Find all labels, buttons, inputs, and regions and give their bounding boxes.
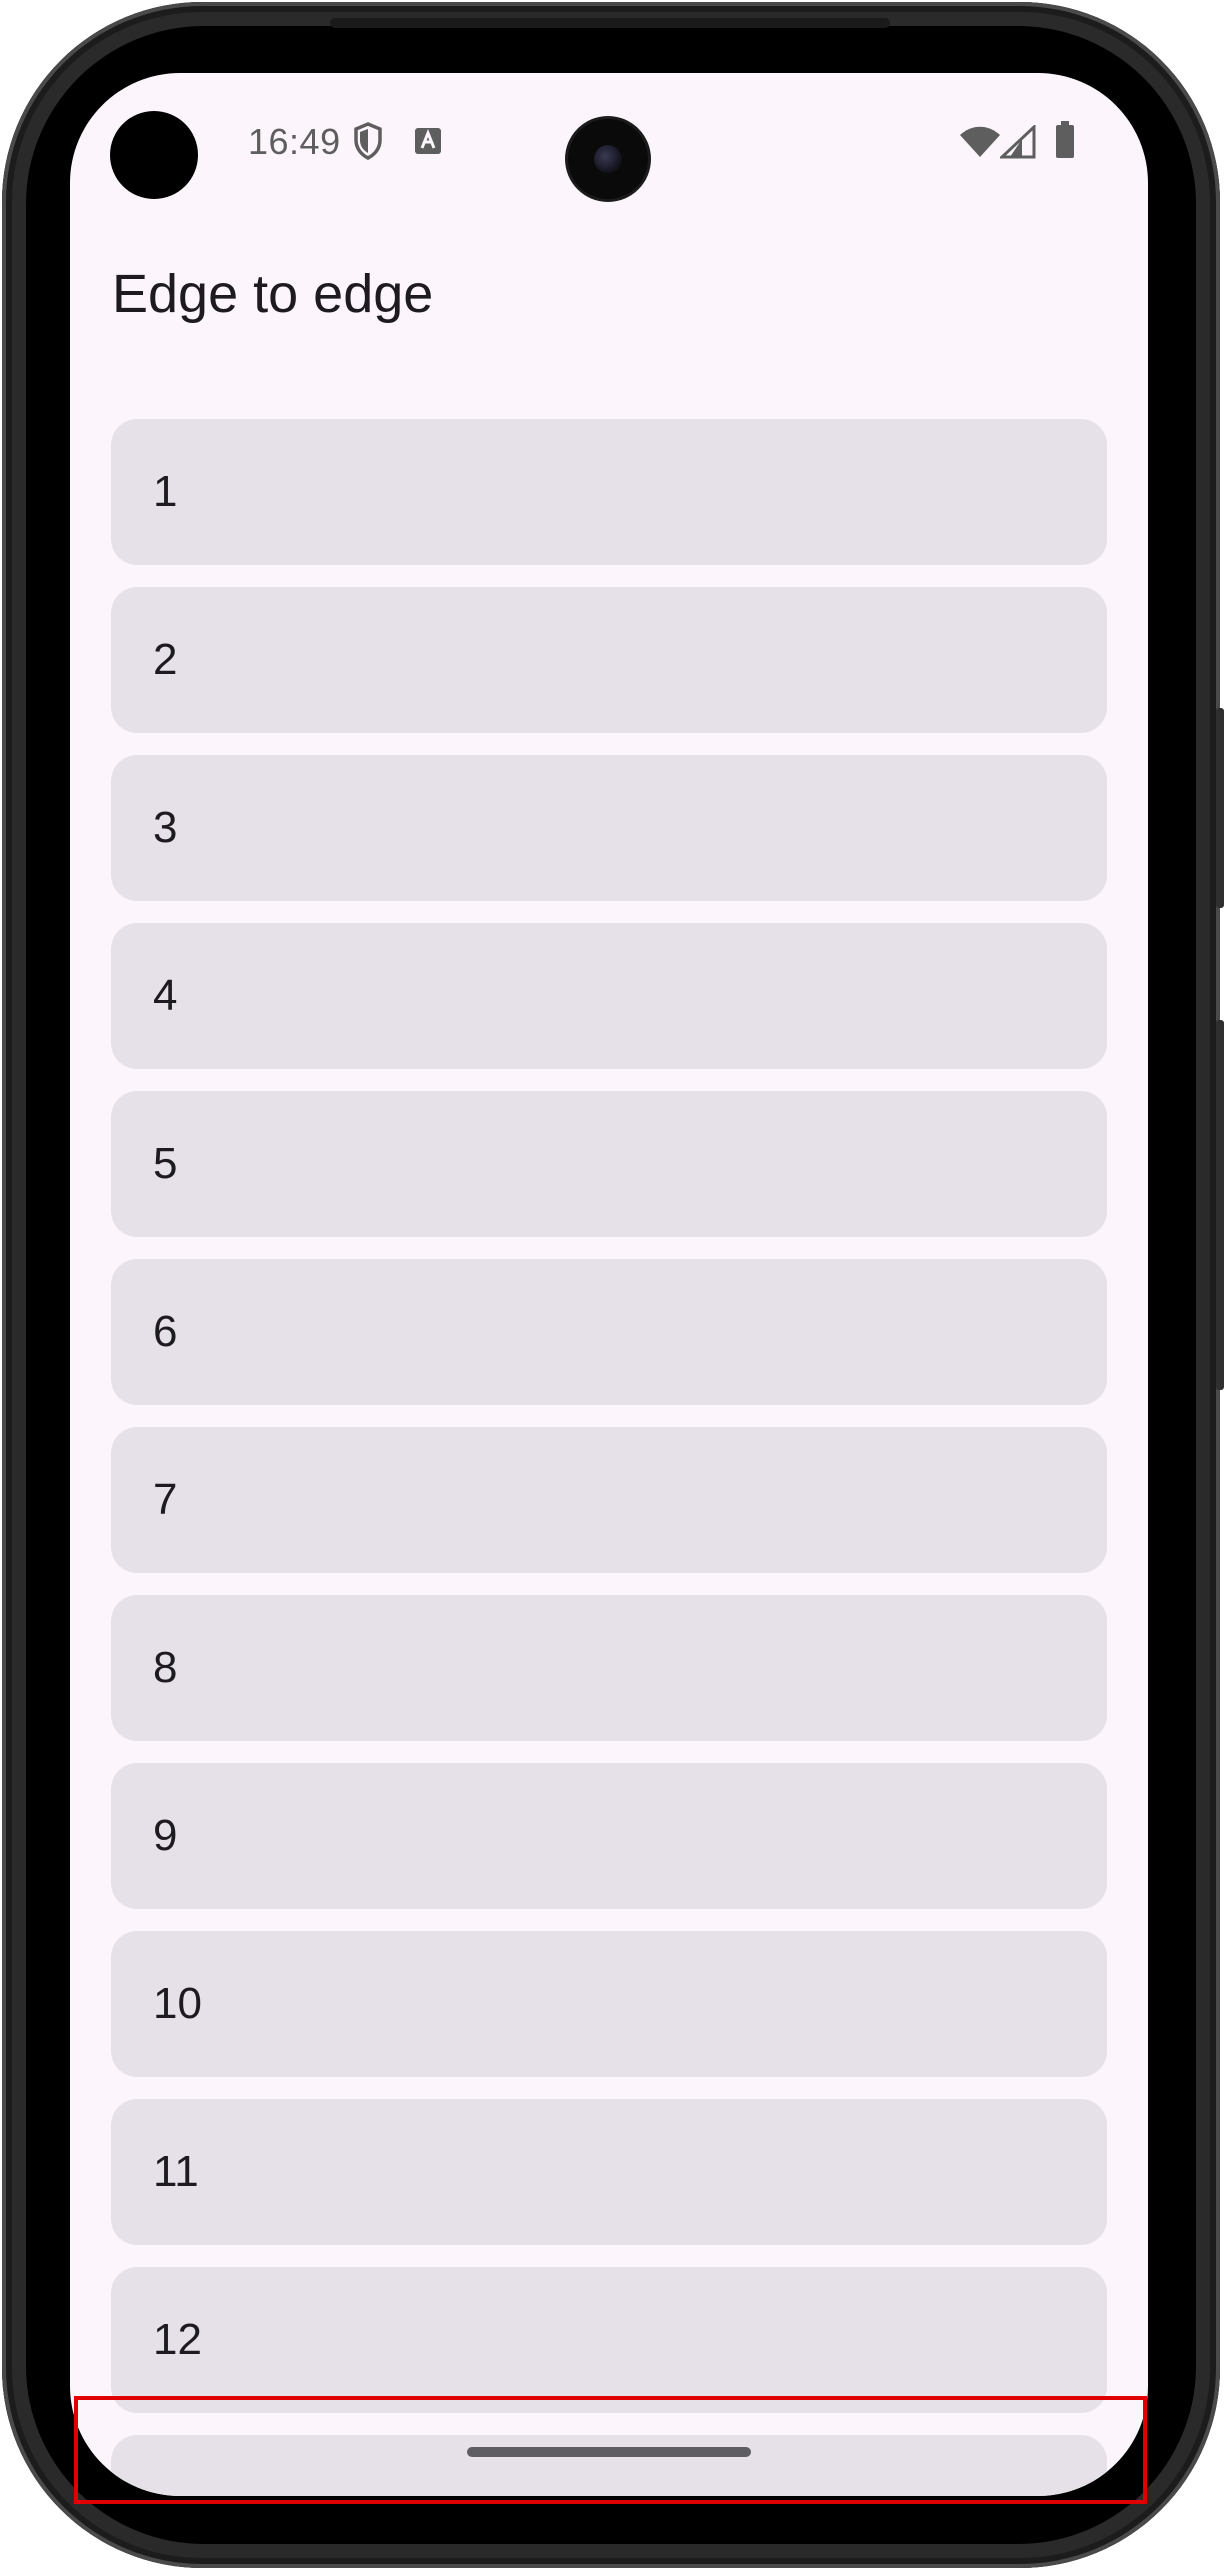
list-item-label: 8 [153,1643,178,1692]
gesture-navigation-bar[interactable] [70,2423,1148,2496]
list-item-label: 1 [153,467,178,516]
power-button [1216,708,1224,908]
list-item[interactable]: 9 [111,1763,1107,1909]
list-item[interactable]: 6 [111,1259,1107,1405]
wifi-icon [960,126,1000,157]
list-item-label: 9 [153,1811,178,1860]
list-item[interactable]: 4 [111,923,1107,1069]
status-bar: 16:49 [70,73,1148,213]
list-item-label: 12 [153,2315,202,2364]
screen: 16:49 Edge to edge 1 2 3 4 5 6 7 8 9 10 … [70,73,1148,2496]
status-time: 16:49 [248,121,341,162]
camera-cutout [110,111,198,199]
list-item[interactable]: 10 [111,1931,1107,2077]
battery-icon [1056,121,1074,158]
shield-icon [354,122,382,160]
list-item-label: 11 [153,2147,199,2196]
list-item-label: 5 [153,1139,178,1188]
page-title: Edge to edge [112,264,434,324]
cellular-icon [1000,125,1036,159]
list-item-label: 4 [153,971,178,1020]
list-item-label: 6 [153,1307,178,1356]
list-item[interactable]: 8 [111,1595,1107,1741]
phone-device: 16:49 Edge to edge 1 2 3 4 5 6 7 8 9 10 … [0,0,1224,2570]
list-item[interactable]: 1 [111,419,1107,565]
item-list[interactable]: 1 2 3 4 5 6 7 8 9 10 11 12 13 [111,419,1107,2496]
list-item[interactable]: 3 [111,755,1107,901]
list-item-label: 10 [153,1979,202,2028]
list-item[interactable]: 2 [111,587,1107,733]
gesture-handle[interactable] [467,2447,751,2457]
front-camera [568,119,648,199]
list-item-label: 7 [153,1475,178,1524]
list-item[interactable]: 12 [111,2267,1107,2413]
list-item-label: 2 [153,635,178,684]
list-item[interactable]: 5 [111,1091,1107,1237]
earpiece [330,18,890,28]
list-item[interactable]: 7 [111,1427,1107,1573]
a-icon [415,128,441,154]
volume-button [1216,1020,1224,1390]
list-item-label: 3 [153,803,178,852]
list-item[interactable]: 11 [111,2099,1107,2245]
